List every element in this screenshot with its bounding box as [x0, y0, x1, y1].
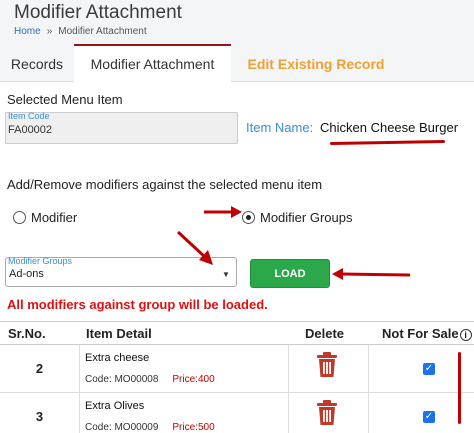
load-warning-message: All modifiers against group will be load…	[7, 297, 268, 312]
modifier-meta: Code: MO00008 Price:400	[85, 374, 215, 385]
price-prefix: Price:	[172, 374, 198, 385]
annotation-underline	[329, 139, 446, 146]
price-prefix: Price:	[172, 422, 198, 433]
selected-menu-item-heading: Selected Menu Item	[7, 92, 123, 107]
modifier-price: 500	[197, 422, 215, 433]
radio-modifier[interactable]: Modifier	[13, 207, 77, 227]
column-header-item-detail: Item Detail	[86, 326, 152, 341]
not-for-sale-label: Not For Sale	[382, 326, 459, 341]
breadcrumb-current: Modifier Attachment	[58, 26, 147, 37]
modifier-name: Extra cheese	[85, 352, 150, 364]
table-header: Sr.No. Item Detail Delete Not For Sale i	[0, 321, 474, 345]
delete-cell	[289, 393, 369, 433]
sr-no-cell: 3	[0, 393, 80, 433]
info-icon[interactable]: i	[459, 329, 472, 341]
table-row: 3 Extra Olives Code: MO00009 Price:500 ✓	[0, 393, 474, 433]
annotation-arrow-radio	[204, 206, 242, 218]
radio-button[interactable]	[13, 210, 26, 224]
radio-modifier-groups-label: Modifier Groups	[260, 209, 353, 225]
item-name-label: Item Name:	[246, 120, 314, 135]
tab-bar: Records Modifier Attachment Edit Existin…	[0, 44, 474, 83]
radio-modifier-label: Modifier	[31, 209, 78, 225]
code-prefix: Code:	[85, 374, 112, 385]
annotation-arrow-load	[332, 268, 411, 280]
tab-edit-existing-record[interactable]: Edit Existing Record	[231, 44, 401, 82]
not-for-sale-checkbox[interactable]: ✓	[423, 363, 435, 375]
breadcrumb-separator: »	[46, 26, 53, 37]
tab-modifier-attachment[interactable]: Modifier Attachment	[74, 44, 231, 83]
table-row: 2 Extra cheese Code: MO00008 Price:400 ✓	[0, 345, 474, 393]
item-name-value: Chicken Cheese Burger	[320, 120, 459, 135]
modifier-price: 400	[197, 374, 215, 385]
item-code-label: Item Code	[8, 111, 50, 121]
modifiers-heading: Add/Remove modifiers against the selecte…	[7, 177, 323, 192]
sr-no-cell: 2	[0, 345, 80, 393]
modifier-groups-label: Modifier Groups	[8, 256, 73, 266]
annotation-bar	[458, 352, 461, 424]
annotation-arrow-select	[176, 230, 213, 265]
not-for-sale-checkbox[interactable]: ✓	[423, 411, 435, 423]
chevron-down-icon[interactable]: ▼	[222, 270, 230, 279]
trash-icon[interactable]	[316, 352, 338, 378]
radio-button-checked[interactable]	[242, 210, 255, 224]
radio-modifier-groups[interactable]: Modifier Groups	[242, 207, 352, 227]
modifier-name: Extra Olives	[85, 400, 145, 412]
item-code-value: FA00002	[8, 124, 53, 136]
item-detail-cell: Extra Olives Code: MO00009 Price:500	[80, 393, 289, 433]
delete-cell	[289, 345, 369, 393]
modifier-groups-value: Ad-ons	[9, 268, 44, 280]
column-header-sr-no: Sr.No.	[8, 326, 46, 341]
breadcrumb: Home » Modifier Attachment	[14, 26, 147, 37]
trash-icon[interactable]	[316, 400, 338, 426]
code-prefix: Code:	[85, 422, 112, 433]
page-title: Modifier Attachment	[14, 2, 182, 23]
modifier-code: MO00009	[114, 422, 159, 433]
breadcrumb-home-link[interactable]: Home	[14, 26, 41, 37]
column-header-not-for-sale: Not For Sale i	[382, 326, 472, 341]
load-button[interactable]: LOAD	[250, 259, 330, 288]
page-header: Modifier Attachment Home » Modifier Attach…	[0, 0, 474, 44]
modifier-code: MO00008	[114, 374, 159, 385]
tab-records[interactable]: Records	[0, 44, 74, 82]
modifier-meta: Code: MO00009 Price:500	[85, 422, 215, 433]
item-detail-cell: Extra cheese Code: MO00008 Price:400	[80, 345, 289, 393]
column-header-delete: Delete	[305, 326, 345, 341]
